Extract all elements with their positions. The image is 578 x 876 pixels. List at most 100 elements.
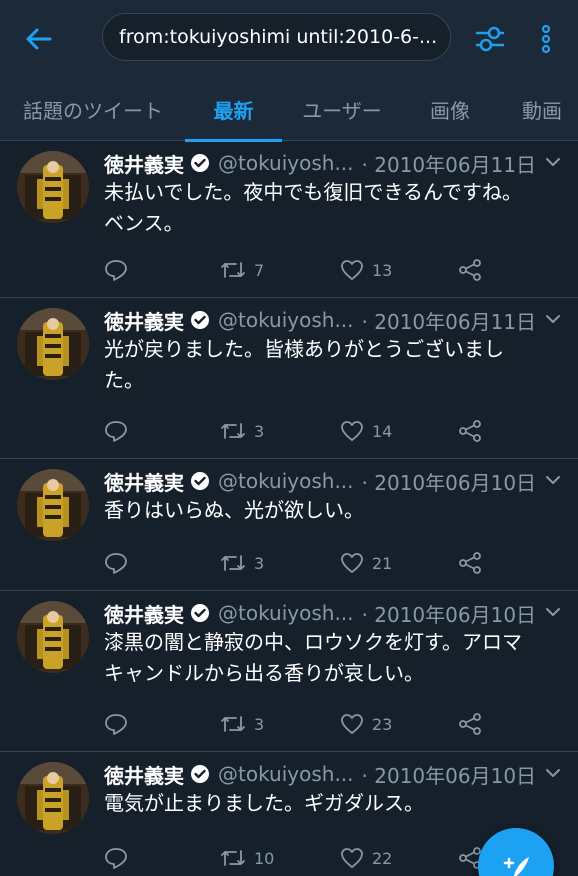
- user-handle: @tokuiyosh...: [218, 469, 354, 493]
- share-button[interactable]: [458, 549, 490, 577]
- tweet-item[interactable]: 徳井義実 @tokuiyosh... · 2010年06月11日 未払いでした。夜中で…: [0, 141, 578, 298]
- retweet-button[interactable]: 3: [220, 417, 264, 445]
- retweet-button[interactable]: 10: [220, 844, 274, 872]
- more-vertical-icon: [541, 24, 551, 54]
- retweet-icon: [221, 423, 245, 439]
- reply-icon: [105, 260, 127, 281]
- tweet-text-line: 光が戻りました。皆様ありがとうございまし: [104, 337, 504, 361]
- like-count: 13: [372, 260, 393, 280]
- more-options-button[interactable]: [530, 20, 562, 58]
- avatar[interactable]: [17, 469, 89, 541]
- display-name[interactable]: 徳井義実: [104, 306, 184, 335]
- like-button[interactable]: 14: [340, 417, 392, 445]
- tweet-date: · 2010年06月11日: [361, 152, 537, 177]
- like-heart-icon: [341, 553, 363, 573]
- tweet-item[interactable]: 徳井義実 @tokuiyosh... · 2010年06月11日 光が戻りました。皆様…: [0, 298, 578, 459]
- verified-badge-icon: [191, 154, 209, 172]
- tweet-text-line: 漆黒の闇と静寂の中、ロウソクを灯す。アロマ: [104, 630, 522, 654]
- tweet-header: 徳井義実 @tokuiyosh... · 2010年06月11日: [104, 147, 564, 179]
- back-arrow-icon: [26, 28, 52, 50]
- tweet-text-line: 香りはいらぬ、光が欲しい。: [104, 498, 364, 522]
- tweet-actions: 7 13: [104, 256, 524, 284]
- reply-button[interactable]: [104, 844, 136, 872]
- search-filter-button[interactable]: [470, 20, 510, 58]
- tweet-text: 未払いでした。夜中でも復旧できるんですね。 ベンス。: [104, 177, 564, 239]
- tweet-date: · 2010年06月10日: [361, 763, 537, 788]
- share-button[interactable]: [458, 256, 490, 284]
- avatar[interactable]: [17, 151, 89, 223]
- search-input[interactable]: from:tokuiyoshimi until:2010-6-...: [102, 13, 451, 61]
- tweet-header: 徳井義実 @tokuiyosh... · 2010年06月10日: [104, 758, 564, 790]
- back-button[interactable]: [18, 22, 58, 56]
- chevron-down-icon[interactable]: [542, 308, 564, 330]
- retweet-button[interactable]: 7: [220, 256, 264, 284]
- search-query-text: from:tokuiyoshimi until:2010-6-...: [119, 26, 438, 48]
- retweet-icon: [221, 850, 245, 866]
- tweet-text: 香りはいらぬ、光が欲しい。: [104, 495, 564, 526]
- tweet-item[interactable]: 徳井義実 @tokuiyosh... · 2010年06月10日 漆黒の闇と静寂の中、…: [0, 591, 578, 752]
- chevron-down-icon[interactable]: [542, 762, 564, 784]
- reply-button[interactable]: [104, 549, 136, 577]
- chevron-down-icon[interactable]: [542, 151, 564, 173]
- tweet-date: · 2010年06月11日: [361, 309, 537, 334]
- chevron-down-icon[interactable]: [542, 601, 564, 623]
- like-button[interactable]: 22: [340, 844, 392, 872]
- retweet-count: 10: [254, 848, 275, 868]
- tweet-header: 徳井義実 @tokuiyosh... · 2010年06月11日: [104, 304, 564, 336]
- retweet-button[interactable]: 3: [220, 549, 264, 577]
- top-bar: from:tokuiyoshimi until:2010-6-...: [0, 0, 578, 78]
- share-button[interactable]: [458, 417, 490, 445]
- like-heart-icon: [341, 260, 363, 280]
- avatar-image: [17, 762, 89, 834]
- tweet-text: 電気が止まりました。ギガダルス。: [104, 788, 564, 819]
- like-button[interactable]: 23: [340, 710, 392, 738]
- tab-label: 話題のツイート: [23, 99, 163, 123]
- tab-label: 画像: [430, 99, 470, 123]
- retweet-count: 7: [254, 260, 265, 280]
- retweet-count: 3: [254, 421, 265, 441]
- share-icon: [459, 420, 481, 442]
- share-icon: [459, 259, 481, 281]
- display-name[interactable]: 徳井義実: [104, 760, 184, 789]
- tweet-header: 徳井義実 @tokuiyosh... · 2010年06月10日: [104, 597, 564, 629]
- display-name[interactable]: 徳井義実: [104, 467, 184, 496]
- like-button[interactable]: 13: [340, 256, 392, 284]
- tab-latest[interactable]: 最新: [185, 78, 282, 142]
- tab-label: 最新: [213, 99, 254, 123]
- verified-badge-icon: [191, 604, 209, 622]
- tab-videos[interactable]: 動画: [522, 78, 578, 141]
- filter-sliders-icon: [475, 26, 505, 52]
- tab-top-tweets[interactable]: 話題のツイート: [14, 78, 172, 141]
- verified-badge-icon: [191, 472, 209, 490]
- avatar[interactable]: [17, 601, 89, 673]
- compose-tweet-icon: [503, 857, 529, 876]
- avatar[interactable]: [17, 308, 89, 380]
- display-name[interactable]: 徳井義実: [104, 599, 184, 628]
- avatar-image: [17, 308, 89, 380]
- reply-button[interactable]: [104, 710, 136, 738]
- reply-button[interactable]: [104, 256, 136, 284]
- user-handle: @tokuiyosh...: [218, 762, 354, 786]
- retweet-icon: [221, 262, 245, 278]
- share-icon: [459, 552, 481, 574]
- reply-icon: [105, 848, 127, 869]
- user-handle: @tokuiyosh...: [218, 601, 354, 625]
- avatar[interactable]: [17, 762, 89, 834]
- display-name[interactable]: 徳井義実: [104, 149, 184, 178]
- tab-users[interactable]: ユーザー: [292, 78, 392, 141]
- tweet-item[interactable]: 徳井義実 @tokuiyosh... · 2010年06月10日香りはいらぬ、光が欲…: [0, 459, 578, 591]
- tweet-date: · 2010年06月10日: [361, 470, 537, 495]
- like-count: 21: [372, 553, 393, 573]
- share-button[interactable]: [458, 710, 490, 738]
- chevron-down-icon[interactable]: [542, 469, 564, 491]
- tweet-text-line: た。: [104, 368, 144, 392]
- reply-button[interactable]: [104, 417, 136, 445]
- retweet-count: 3: [254, 714, 265, 734]
- retweet-count: 3: [254, 553, 265, 573]
- reply-icon: [105, 421, 127, 442]
- tab-label: 動画: [522, 99, 562, 123]
- tab-images[interactable]: 画像: [420, 78, 480, 141]
- retweet-icon: [221, 555, 245, 571]
- retweet-button[interactable]: 3: [220, 710, 264, 738]
- like-button[interactable]: 21: [340, 549, 392, 577]
